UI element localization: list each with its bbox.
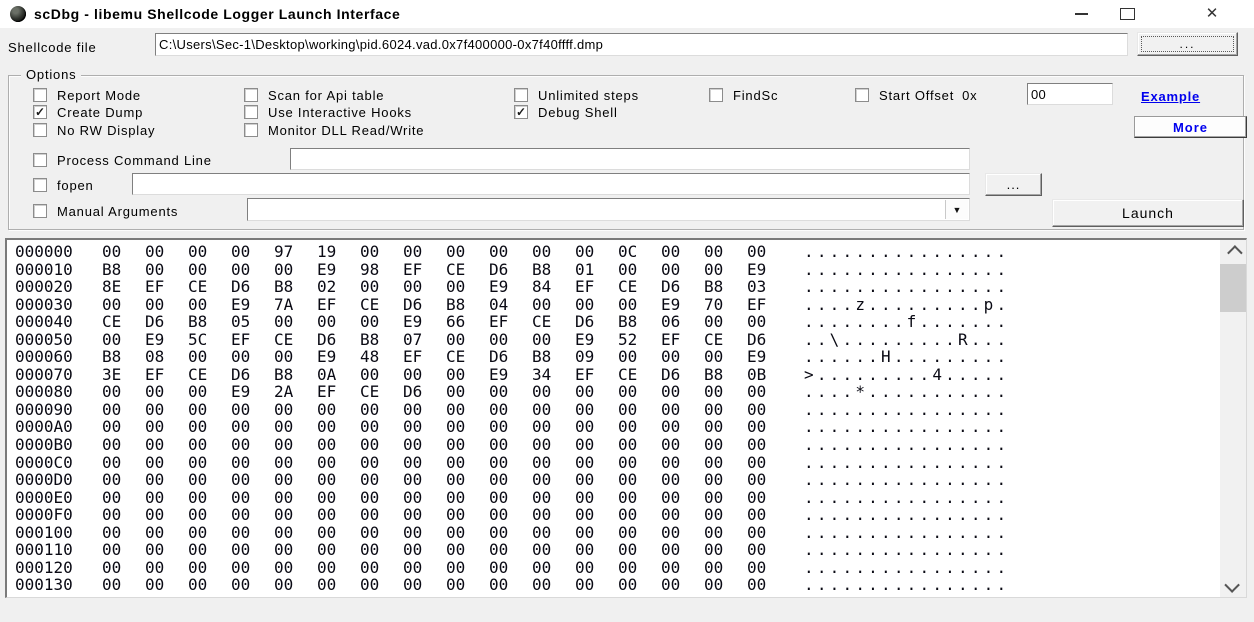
hex-row: 0000D000000000000000000000000000000000..… <box>7 471 1218 489</box>
close-button[interactable]: ✕ <box>1196 0 1228 28</box>
hex-row: 000060B808000000E948EFCED6B809000000E9..… <box>7 348 1218 366</box>
hex-row: 00012000000000000000000000000000000000..… <box>7 559 1218 577</box>
vertical-scrollbar[interactable] <box>1220 240 1246 597</box>
checkbox-findsc[interactable]: FindSc <box>709 87 778 103</box>
checkbox-box[interactable] <box>855 88 869 102</box>
hex-row: 00013000000000000000000000000000000000..… <box>7 576 1218 594</box>
checkbox-box[interactable] <box>709 88 723 102</box>
scroll-up-button[interactable] <box>1220 240 1246 262</box>
minimize-button[interactable] <box>1066 0 1096 28</box>
checkbox-no-rw-display[interactable]: No RW Display <box>33 122 155 138</box>
title-bar: scDbg - libemu Shellcode Logger Launch I… <box>0 0 1254 28</box>
scroll-down-button[interactable] <box>1220 575 1246 597</box>
start-offset-input[interactable] <box>1027 83 1113 105</box>
scrollbar-thumb[interactable] <box>1220 264 1246 312</box>
app-window: scDbg - libemu Shellcode Logger Launch I… <box>0 0 1254 622</box>
checkbox-box[interactable] <box>244 123 258 137</box>
fopen-input[interactable] <box>132 173 970 195</box>
checkbox-box[interactable] <box>514 88 528 102</box>
checkbox-manual-arguments[interactable]: Manual Arguments <box>33 203 178 219</box>
hex-row: 0000B000000000000000000000000000000000..… <box>7 436 1218 454</box>
hex-row: 0000000000000097190000000000000C000000..… <box>7 243 1218 261</box>
hexdump-rows: 0000000000000097190000000000000C000000..… <box>7 243 1218 597</box>
combobox-dropdown-button[interactable]: ▼ <box>945 200 968 219</box>
checkbox-report-mode[interactable]: Report Mode <box>33 87 141 103</box>
checkbox-box[interactable]: ✓ <box>514 105 528 119</box>
options-group-label: Options <box>21 67 81 82</box>
fopen-browse-button[interactable]: ... <box>985 173 1042 196</box>
hex-row: 000080000000E92AEFCED60000000000000000..… <box>7 383 1218 401</box>
launch-button[interactable]: Launch <box>1052 199 1244 227</box>
minimize-icon <box>1075 13 1088 15</box>
more-button[interactable]: More <box>1134 116 1247 138</box>
checkbox-box[interactable] <box>244 88 258 102</box>
hex-row: 0000E000000000000000000000000000000000..… <box>7 489 1218 507</box>
checkbox-fopen[interactable]: fopen <box>33 177 94 193</box>
checkbox-unlimited-steps[interactable]: Unlimited steps <box>514 87 639 103</box>
hex-row: 0000208EEFCED6B802000000E984EFCED6B803..… <box>7 278 1218 296</box>
hex-row: 000010B800000000E998EFCED6B801000000E9..… <box>7 261 1218 279</box>
checkbox-box[interactable] <box>33 153 47 167</box>
process-cmdline-input[interactable] <box>290 148 970 170</box>
checkbox-box[interactable] <box>33 204 47 218</box>
hex-row: 00009000000000000000000000000000000000..… <box>7 401 1218 419</box>
shellcode-file-input[interactable] <box>155 33 1128 56</box>
scroll-down-icon <box>1224 577 1240 593</box>
scroll-up-icon <box>1227 245 1243 261</box>
checkbox-debug-shell[interactable]: ✓ Debug Shell <box>514 104 618 120</box>
checkbox-box[interactable] <box>33 88 47 102</box>
checkbox-box[interactable]: ✓ <box>33 105 47 119</box>
app-icon[interactable] <box>10 6 26 22</box>
checkbox-start-offset[interactable]: Start Offset 0x <box>855 87 977 103</box>
checkbox-box[interactable] <box>33 123 47 137</box>
maximize-icon <box>1120 8 1135 20</box>
hexdump-panel[interactable]: 0000000000000097190000000000000C000000..… <box>5 238 1247 598</box>
checkbox-box[interactable] <box>33 178 47 192</box>
checkbox-scan-api-table[interactable]: Scan for Api table <box>244 87 384 103</box>
options-groupbox: Options Report Mode ✓ Create Dump No RW … <box>8 75 1244 230</box>
shellcode-file-label: Shellcode file <box>8 40 97 55</box>
browse-file-label: ... <box>1141 36 1234 52</box>
hex-row: 00011000000000000000000000000000000000..… <box>7 541 1218 559</box>
hex-row: 000040CED6B805000000E966EFCED6B8060000..… <box>7 313 1218 331</box>
hex-row: 00010000000000000000000000000000000000..… <box>7 524 1218 542</box>
hex-row: 0000A000000000000000000000000000000000..… <box>7 418 1218 436</box>
maximize-button[interactable] <box>1110 0 1144 28</box>
hex-row: 000030000000E97AEFCED6B804000000E970EF..… <box>7 296 1218 314</box>
checkbox-process-cmdline[interactable]: Process Command Line <box>33 152 212 168</box>
hex-row: 0000F000000000000000000000000000000000..… <box>7 506 1218 524</box>
hex-row: 00005000E95CEFCED6B807000000E952EFCED6..… <box>7 331 1218 349</box>
hex-row: 0000C000000000000000000000000000000000..… <box>7 454 1218 472</box>
checkbox-interactive-hooks[interactable]: Use Interactive Hooks <box>244 104 412 120</box>
browse-file-button[interactable]: ... <box>1137 32 1238 56</box>
checkbox-monitor-dll[interactable]: Monitor DLL Read/Write <box>244 122 424 138</box>
manual-arguments-combobox[interactable]: ▼ <box>247 198 970 221</box>
hex-prefix-label: 0x <box>962 88 977 103</box>
checkbox-create-dump[interactable]: ✓ Create Dump <box>33 104 143 120</box>
close-icon: ✕ <box>1206 0 1219 28</box>
hex-row: 0000703EEFCED6B80A000000E934EFCED6B80B>.… <box>7 366 1218 384</box>
chevron-down-icon: ▼ <box>953 205 962 215</box>
example-link[interactable]: Example <box>1141 89 1200 104</box>
window-title: scDbg - libemu Shellcode Logger Launch I… <box>34 0 400 28</box>
checkbox-box[interactable] <box>244 105 258 119</box>
